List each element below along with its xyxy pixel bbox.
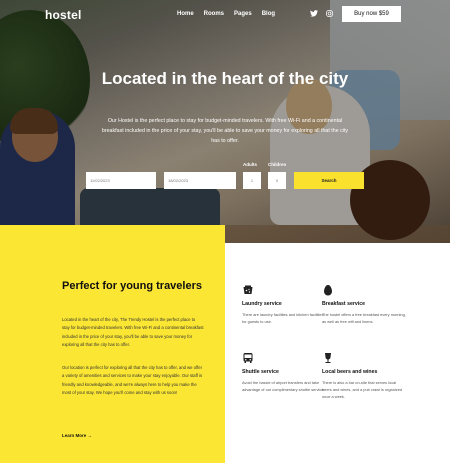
hero-title: Located in the heart of the city [101,69,349,88]
service-title: Laundry service [242,301,282,307]
about-paragraph-1: Located in the heart of the city, The Tr… [62,317,204,347]
hero-description: Our Hostel is the perfect place to stay … [101,118,349,144]
service-title: Local beers and wines [322,369,378,375]
adults-field[interactable]: 1 [243,172,261,189]
brand-logo[interactable]: hostel [45,8,82,22]
beer-icon [322,351,334,363]
about-paragraph-2: Our location is perfect for exploring al… [62,365,203,395]
buy-now-button[interactable]: Buy now $59 [342,6,401,22]
service-title: Shuttle service [242,369,279,375]
nav-item-rooms[interactable]: Rooms [204,11,224,17]
social-links [310,10,333,20]
service-description: Avoid the hassle of airport transfers an… [242,380,325,392]
search-button[interactable]: Search [294,172,364,189]
service-description: There are laundry facilities and kitchen… [242,312,324,324]
egg-icon [322,283,334,296]
laundry-icon [242,283,254,295]
navbar: hostel Home Rooms Pages Blog Buy now $59 [0,0,450,30]
children-label: Children [268,162,287,167]
instagram-icon[interactable] [326,10,333,20]
service-shuttle: Shuttle service Avoid the hassle of airp… [242,351,326,393]
about-title: Perfect for young travelers [62,280,202,292]
service-laundry: Laundry service There are laundry facili… [242,283,326,325]
service-description: The hostel offers a free breakfast every… [322,312,406,324]
service-description: There is also a bar on-site that serves … [322,380,403,399]
nav-menu: Home Rooms Pages Blog [177,11,275,17]
hero-section: hostel Home Rooms Pages Blog Buy now $59… [0,0,450,243]
checkout-date-field[interactable]: 18/02/2023 [164,172,236,189]
adults-label: Adults [243,162,257,167]
checkin-date-field[interactable]: 11/02/2023 [86,172,156,189]
twitter-icon[interactable] [310,10,318,20]
service-beers: Local beers and wines There is also a ba… [322,351,406,400]
nav-item-blog[interactable]: Blog [262,11,275,17]
nav-item-pages[interactable]: Pages [234,11,252,17]
learn-more-link[interactable]: Learn More → [62,433,92,438]
service-title: Breakfast service [322,301,365,307]
bus-icon [242,351,254,363]
service-breakfast: Breakfast service The hostel offers a fr… [322,283,406,325]
children-field[interactable]: 0 [268,172,286,189]
nav-item-home[interactable]: Home [177,11,194,17]
